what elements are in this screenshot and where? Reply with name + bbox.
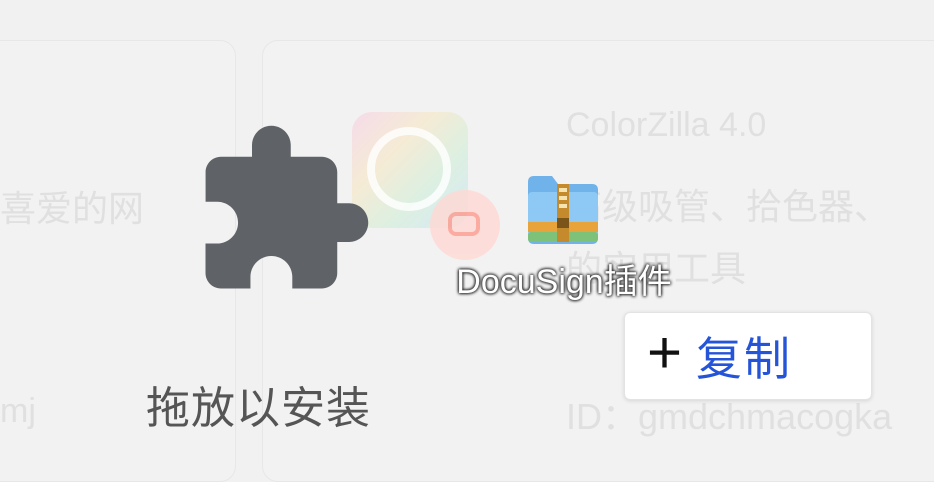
extension-title: ColorZilla 4.0 (566, 106, 767, 144)
logo-badge-icon (430, 190, 500, 260)
extension-description: 高级吸管、拾色器、 (566, 186, 891, 227)
drop-to-install-label: 拖放以安装 (146, 384, 371, 433)
background-left-text: 喜爱的网 (0, 188, 145, 229)
copy-label: 复制 (696, 333, 793, 385)
dragged-file-name: DocuSign插件 (456, 263, 672, 301)
winrar-archive-icon[interactable] (526, 174, 600, 246)
drag-copy-tooltip: + 复制 (624, 312, 872, 400)
plus-icon: + (647, 319, 683, 386)
puzzle-piece-icon (205, 125, 369, 289)
background-left-text-2: mj (0, 392, 36, 430)
logo-ring (367, 127, 451, 211)
